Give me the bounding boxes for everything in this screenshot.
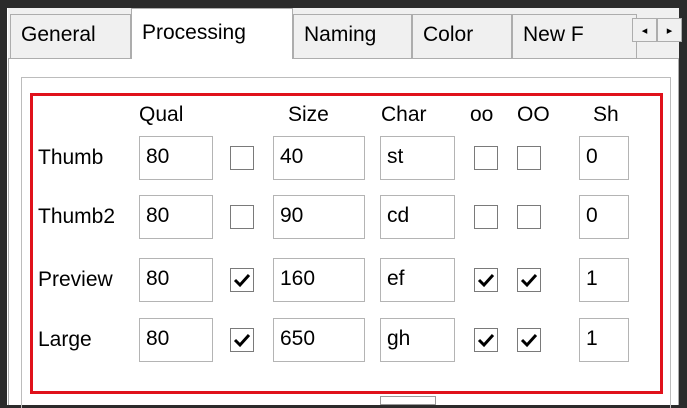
- checkmark-icon: [477, 333, 495, 348]
- OO-checkbox[interactable]: [517, 205, 541, 229]
- qual-checkbox[interactable]: [230, 146, 254, 170]
- tab-processing[interactable]: Processing: [131, 8, 293, 59]
- header-OO: OO: [517, 103, 550, 126]
- row-label: Thumb: [38, 146, 104, 169]
- checkmark-icon: [233, 333, 251, 348]
- size-input[interactable]: 40: [273, 136, 365, 180]
- row-label: Thumb2: [38, 205, 116, 228]
- checkmark-icon: [520, 273, 538, 288]
- qual-checkbox[interactable]: [230, 205, 254, 229]
- OO-checkbox[interactable]: [517, 146, 541, 170]
- sh-input[interactable]: 0: [579, 136, 629, 180]
- tab-bar: General Processing Naming Color New F ◂ …: [8, 8, 682, 59]
- tab-scroll-left-button[interactable]: ◂: [632, 18, 657, 42]
- bottom-control-edge: [380, 396, 436, 405]
- qual-checkbox[interactable]: [230, 328, 254, 352]
- sh-input[interactable]: 1: [579, 318, 629, 362]
- header-sh: Sh: [593, 103, 619, 126]
- checkmark-icon: [520, 333, 538, 348]
- char-input[interactable]: st: [380, 136, 455, 180]
- char-input[interactable]: gh: [380, 318, 455, 362]
- char-input[interactable]: ef: [380, 258, 455, 302]
- OO-checkbox[interactable]: [517, 328, 541, 352]
- size-input[interactable]: 90: [273, 195, 365, 239]
- qual-input[interactable]: 80: [139, 195, 213, 239]
- tab-color[interactable]: Color: [412, 14, 512, 58]
- qual-input[interactable]: 80: [139, 318, 213, 362]
- qual-input[interactable]: 80: [139, 136, 213, 180]
- tab-new-f[interactable]: New F: [512, 14, 637, 58]
- header-qual: Qual: [139, 103, 184, 126]
- sh-input[interactable]: 1: [579, 258, 629, 302]
- oo-checkbox[interactable]: [474, 205, 498, 229]
- header-size: Size: [288, 103, 329, 126]
- oo-checkbox[interactable]: [474, 268, 498, 292]
- checkmark-icon: [233, 273, 251, 288]
- arrow-left-icon: ◂: [641, 24, 648, 37]
- oo-checkbox[interactable]: [474, 328, 498, 352]
- tab-naming[interactable]: Naming: [293, 14, 412, 58]
- header-char: Char: [381, 103, 427, 126]
- header-oo: oo: [470, 103, 494, 126]
- tab-scroll-right-button[interactable]: ▸: [657, 18, 682, 42]
- qual-input[interactable]: 80: [139, 258, 213, 302]
- OO-checkbox[interactable]: [517, 268, 541, 292]
- checkmark-icon: [477, 273, 495, 288]
- arrow-right-icon: ▸: [666, 24, 673, 37]
- size-input[interactable]: 650: [273, 318, 365, 362]
- oo-checkbox[interactable]: [474, 146, 498, 170]
- sh-input[interactable]: 0: [579, 195, 629, 239]
- tab-general[interactable]: General: [10, 14, 131, 58]
- qual-checkbox[interactable]: [230, 268, 254, 292]
- char-input[interactable]: cd: [380, 195, 455, 239]
- row-label: Large: [38, 328, 92, 351]
- size-input[interactable]: 160: [273, 258, 365, 302]
- row-label: Preview: [38, 268, 113, 291]
